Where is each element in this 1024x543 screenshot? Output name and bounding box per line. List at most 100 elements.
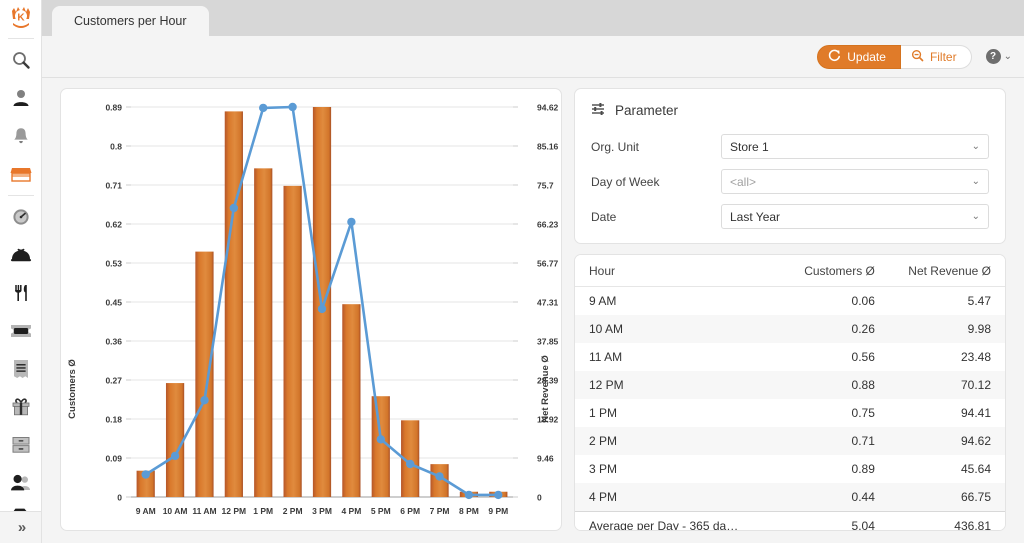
- customers-per-hour-chart[interactable]: 00.090.180.270.360.450.530.620.710.80.89…: [61, 89, 561, 530]
- right-axis-tick-label: 37.85: [537, 337, 559, 347]
- parameter-panel: Parameter Org. Unit Store 1 ⌄ Day of Wee…: [574, 88, 1006, 244]
- magnifier-minus-icon: [911, 49, 924, 65]
- ticket-icon[interactable]: [0, 312, 42, 350]
- cell-net-revenue: 5.47: [889, 287, 1005, 316]
- cell-customers: 0.56: [773, 343, 889, 371]
- chevron-down-icon: ⌄: [1004, 51, 1012, 62]
- gift-icon[interactable]: [0, 388, 42, 426]
- svg-text:K: K: [17, 13, 25, 24]
- cell-customers: 0.06: [773, 287, 889, 316]
- chart-line-point[interactable]: [377, 435, 385, 443]
- day-of-week-select[interactable]: <all> ⌄: [721, 169, 989, 194]
- chevron-double-right-icon: »: [18, 519, 24, 536]
- data-table-card[interactable]: Hour Customers Ø Net Revenue Ø 9 AM0.065…: [574, 254, 1006, 531]
- x-axis-tick-label: 4 PM: [341, 506, 361, 516]
- right-axis-tick-label: 75.7: [537, 181, 554, 191]
- people-icon[interactable]: [0, 464, 42, 502]
- cell-hour: 4 PM: [575, 483, 773, 512]
- user-icon[interactable]: [0, 79, 42, 117]
- table-row[interactable]: 10 AM0.269.98: [575, 315, 1005, 343]
- main-content: 00.090.180.270.360.450.530.620.710.80.89…: [42, 78, 1024, 543]
- chart-line-point[interactable]: [318, 305, 326, 313]
- chart-line-point[interactable]: [142, 470, 150, 478]
- chart-bar[interactable]: [342, 304, 360, 497]
- chart-line-point[interactable]: [288, 103, 296, 111]
- chart-line-point[interactable]: [435, 472, 443, 480]
- chart-line-point[interactable]: [347, 218, 355, 226]
- table-row[interactable]: 3 PM0.8945.64: [575, 455, 1005, 483]
- column-header-hour[interactable]: Hour: [575, 255, 773, 287]
- search-icon[interactable]: [0, 41, 42, 79]
- table-row[interactable]: 11 AM0.5623.48: [575, 343, 1005, 371]
- column-header-customers[interactable]: Customers Ø: [773, 255, 889, 287]
- left-axis-tick-label: 0.27: [105, 376, 122, 386]
- x-axis-tick-labels: 9 AM10 AM11 AM12 PM1 PM2 PM3 PM4 PM5 PM6…: [136, 506, 509, 516]
- chart-card: 00.090.180.270.360.450.530.620.710.80.89…: [60, 88, 562, 531]
- cell-net-revenue: 45.64: [889, 455, 1005, 483]
- date-value: Last Year: [730, 210, 780, 224]
- table-header-row: Hour Customers Ø Net Revenue Ø: [575, 255, 1005, 287]
- update-button[interactable]: Update: [817, 45, 901, 69]
- chart-bar[interactable]: [372, 396, 390, 497]
- chart-line-point[interactable]: [465, 491, 473, 499]
- table-row[interactable]: 4 PM0.4466.75: [575, 483, 1005, 512]
- chevron-down-icon: ⌄: [972, 176, 980, 187]
- table-row[interactable]: 12 PM0.8870.12: [575, 371, 1005, 399]
- bell-icon[interactable]: [0, 117, 42, 155]
- x-axis-tick-label: 1 PM: [253, 506, 273, 516]
- table-row[interactable]: 2 PM0.7194.62: [575, 427, 1005, 455]
- receipt-icon[interactable]: [0, 350, 42, 388]
- param-label-date: Date: [591, 210, 721, 224]
- cell-hour: 3 PM: [575, 455, 773, 483]
- help-icon: ?: [986, 49, 1001, 64]
- chart-line-point[interactable]: [406, 460, 414, 468]
- chart-line-point[interactable]: [494, 491, 502, 499]
- drawer-icon[interactable]: [0, 426, 42, 464]
- table-summary-row: Average per Day - 365 da…5.04436.81: [575, 512, 1005, 532]
- column-header-net-revenue[interactable]: Net Revenue Ø: [889, 255, 1005, 287]
- chart-line-point[interactable]: [230, 204, 238, 212]
- tab-bar: Customers per Hour: [42, 0, 1024, 36]
- chart-bar[interactable]: [225, 111, 243, 497]
- table-row[interactable]: 1 PM0.7594.41: [575, 399, 1005, 427]
- x-axis-tick-label: 9 AM: [136, 506, 156, 516]
- chart-bar[interactable]: [254, 168, 272, 497]
- cell-customers: 0.26: [773, 315, 889, 343]
- cell-net-revenue: 94.62: [889, 427, 1005, 455]
- left-axis-tick-label: 0.36: [105, 337, 122, 347]
- chart-bar[interactable]: [284, 186, 302, 497]
- x-axis-tick-label: 10 AM: [163, 506, 188, 516]
- sidebar-expand-button[interactable]: »: [0, 511, 42, 543]
- cell-customers: 0.44: [773, 483, 889, 512]
- x-axis-tick-label: 11 AM: [192, 506, 216, 516]
- chart-line-point[interactable]: [200, 396, 208, 404]
- x-axis-tick-label: 9 PM: [488, 506, 508, 516]
- cutlery-icon[interactable]: [0, 274, 42, 312]
- store-icon[interactable]: [0, 155, 42, 193]
- date-select[interactable]: Last Year ⌄: [721, 204, 989, 229]
- left-axis-tick-label: 0.62: [105, 220, 122, 230]
- left-axis-tick-label: 0.18: [105, 415, 122, 425]
- chart-line-point[interactable]: [171, 452, 179, 460]
- tab-customers-per-hour[interactable]: Customers per Hour: [52, 6, 209, 36]
- cell-hour: 1 PM: [575, 399, 773, 427]
- chart-bar[interactable]: [166, 383, 184, 497]
- filter-button[interactable]: Filter: [901, 45, 972, 69]
- cell-summary-customers: 5.04: [773, 512, 889, 532]
- hourly-data-table: Hour Customers Ø Net Revenue Ø 9 AM0.065…: [575, 255, 1005, 531]
- right-axis-tick-label: 85.16: [537, 142, 559, 152]
- table-row[interactable]: 9 AM0.065.47: [575, 287, 1005, 316]
- right-axis-tick-label: 56.77: [537, 259, 559, 269]
- org-unit-select[interactable]: Store 1 ⌄: [721, 134, 989, 159]
- table-body: 9 AM0.065.4710 AM0.269.9811 AM0.5623.481…: [575, 287, 1005, 532]
- gauge-icon[interactable]: [0, 198, 42, 236]
- brand-logo-icon[interactable]: K: [0, 0, 42, 36]
- cloche-icon[interactable]: [0, 236, 42, 274]
- right-axis-tick-label: 66.23: [537, 220, 559, 230]
- cell-net-revenue: 23.48: [889, 343, 1005, 371]
- left-axis-tick-label: 0.89: [105, 103, 122, 113]
- param-label-day-of-week: Day of Week: [591, 175, 721, 189]
- chart-line-point[interactable]: [259, 104, 267, 112]
- chart-bar[interactable]: [195, 252, 213, 497]
- help-menu-button[interactable]: ? ⌄: [986, 49, 1012, 64]
